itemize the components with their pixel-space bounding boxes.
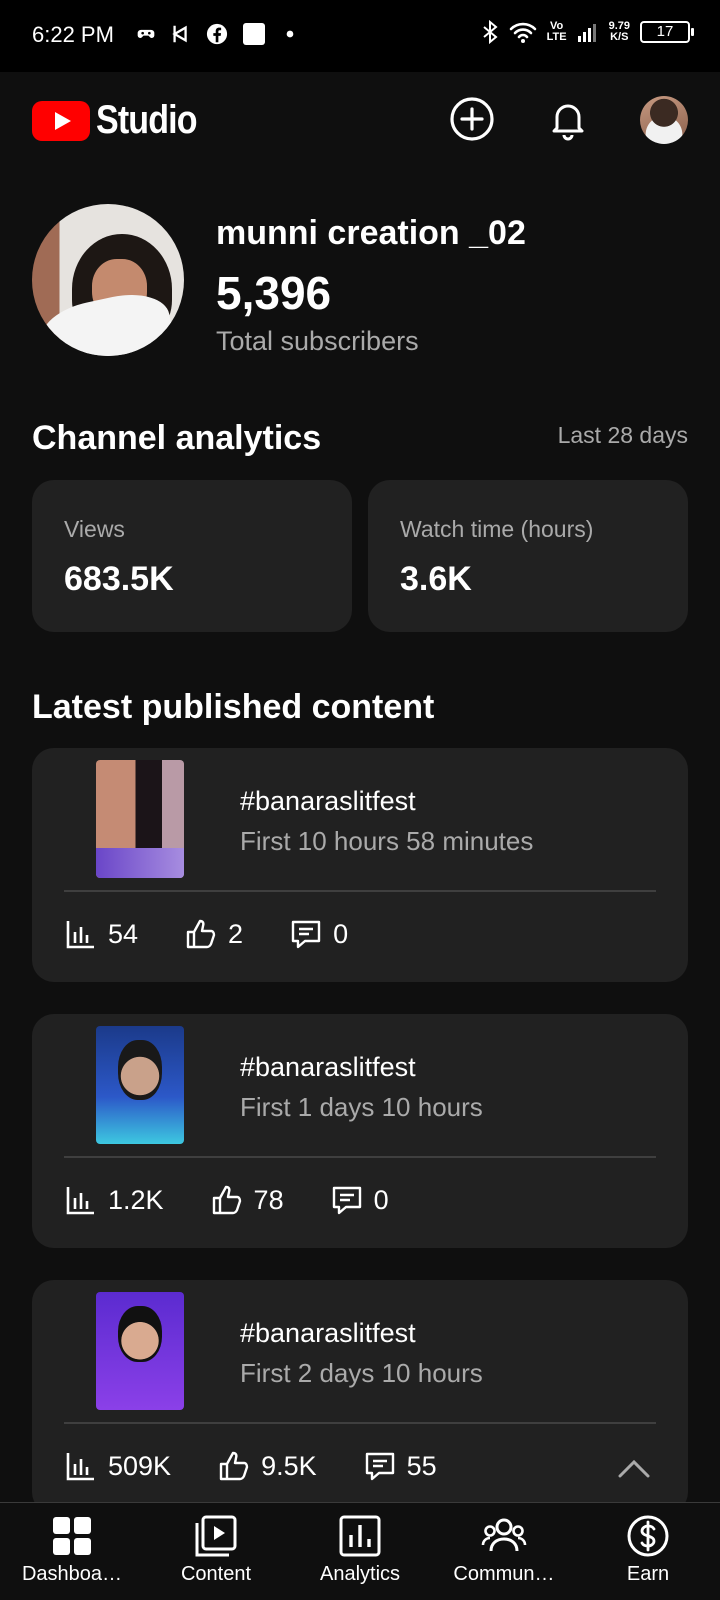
signal-icon [577, 24, 596, 42]
thumbs-up-icon [219, 1451, 249, 1481]
views-value: 509K [108, 1450, 172, 1481]
video-metrics: 54 2 0 [64, 916, 394, 952]
comment-icon [332, 1186, 361, 1215]
content-card[interactable]: #banaraslitfest First 1 days 10 hours 1.… [32, 1014, 688, 1248]
comment-icon [291, 920, 321, 949]
status-time: 6:22 PM [32, 22, 114, 47]
bottom-navigation: Dashboa… Content Analytics Commun… Earn [0, 1502, 720, 1600]
create-icon[interactable] [449, 96, 495, 142]
channel-analytics-title: Channel analytics [32, 419, 322, 457]
chevron-up-icon[interactable] [616, 1456, 652, 1480]
stat-label: Watch time (hours) [400, 516, 594, 542]
video-title: #banaraslitfest [240, 1318, 416, 1348]
nav-label: Content [180, 1563, 252, 1585]
video-title: #banaraslitfest [240, 786, 416, 816]
comments-value: 0 [333, 918, 349, 949]
wifi-icon [509, 22, 536, 43]
subscriber-count: 5,396 [216, 267, 332, 319]
bixby-icon [172, 25, 187, 43]
comments-metric: 0 [289, 917, 348, 951]
nav-community[interactable]: Commun… [432, 1513, 576, 1586]
thumbs-up-icon [186, 919, 216, 949]
latest-content-title: Latest published content [32, 688, 435, 726]
stat-label: Views [64, 516, 125, 542]
network-type: Vo LTE [547, 21, 567, 43]
views-metric: 509K [64, 1449, 171, 1483]
dashboard-icon [53, 1517, 91, 1555]
nav-label: Commun… [453, 1563, 555, 1585]
likes-metric: 2 [184, 917, 243, 951]
comments-value: 0 [373, 1184, 389, 1215]
youtube-logo-icon [32, 100, 90, 141]
views-chart-icon [66, 1453, 94, 1481]
nav-earn[interactable]: Earn [576, 1513, 720, 1586]
likes-value: 2 [228, 918, 244, 949]
divider [64, 890, 656, 892]
divider [64, 1422, 656, 1424]
video-thumbnail[interactable] [96, 760, 184, 878]
views-chart-icon [66, 1187, 94, 1215]
battery-icon: 17 [640, 21, 694, 43]
dot-icon [286, 30, 294, 38]
account-avatar[interactable] [640, 96, 688, 144]
video-period: First 10 hours 58 minutes [240, 826, 534, 856]
status-bar: 6:22 PM Vo LTE 9.79 K/S 17 [0, 0, 720, 72]
comments-value: 55 [406, 1450, 437, 1481]
analytics-icon [339, 1515, 381, 1557]
views-value: 54 [108, 918, 139, 949]
earn-icon [627, 1515, 669, 1557]
video-metrics: 509K 9.5K 55 [64, 1448, 483, 1484]
nav-dashboard[interactable]: Dashboa… [0, 1513, 144, 1586]
nav-label: Analytics [319, 1563, 401, 1585]
content-card[interactable]: #banaraslitfest First 2 days 10 hours 50… [32, 1280, 688, 1514]
nav-content[interactable]: Content [144, 1513, 288, 1586]
studio-logo[interactable]: Studio [32, 98, 214, 143]
views-metric: 1.2K [64, 1183, 164, 1217]
comment-icon [365, 1452, 394, 1481]
community-icon [481, 1518, 527, 1552]
app-name: Studio [96, 98, 198, 142]
thumbs-up-icon [212, 1185, 241, 1215]
video-period: First 1 days 10 hours [240, 1092, 483, 1122]
nav-label: Dashboa… [21, 1563, 123, 1585]
status-system-icons: Vo LTE 9.79 K/S 17 [481, 20, 694, 44]
content-icon [195, 1515, 237, 1557]
facebook-icon [206, 23, 228, 45]
likes-metric: 78 [210, 1183, 284, 1217]
likes-metric: 9.5K [217, 1449, 317, 1483]
nav-label: Earn [626, 1563, 670, 1585]
views-chart-icon [66, 921, 94, 949]
bluetooth-icon [482, 20, 498, 44]
game-controller-icon [137, 29, 155, 38]
watch-time-card[interactable]: Watch time (hours) 3.6K [368, 480, 688, 632]
network-type-bottom: LTE [546, 31, 567, 43]
views-value: 1.2K [108, 1184, 164, 1215]
stat-value: 683.5K [64, 560, 174, 598]
comments-metric: 55 [363, 1449, 437, 1483]
video-thumbnail[interactable] [96, 1292, 184, 1410]
status-notification-icons [136, 22, 300, 46]
subscriber-label: Total subscribers [216, 326, 419, 356]
notifications-icon[interactable] [545, 96, 591, 142]
likes-value: 9.5K [261, 1450, 317, 1481]
analytics-period: Last 28 days [557, 422, 688, 448]
nav-analytics[interactable]: Analytics [288, 1513, 432, 1586]
content-card[interactable]: #banaraslitfest First 10 hours 58 minute… [32, 748, 688, 982]
video-period: First 2 days 10 hours [240, 1358, 483, 1388]
divider [64, 1156, 656, 1158]
network-speed-unit: K/S [610, 31, 629, 43]
channel-name: munni creation _02 [216, 214, 526, 252]
video-metrics: 1.2K 78 0 [64, 1182, 435, 1218]
channel-avatar [32, 204, 184, 356]
comments-metric: 0 [330, 1183, 389, 1217]
video-thumbnail[interactable] [96, 1026, 184, 1144]
views-metric: 54 [64, 917, 138, 951]
views-card[interactable]: Views 683.5K [32, 480, 352, 632]
likes-value: 78 [253, 1184, 284, 1215]
square-icon [243, 23, 265, 45]
network-speed: 9.79 K/S [609, 21, 630, 43]
video-title: #banaraslitfest [240, 1052, 416, 1082]
stat-value: 3.6K [400, 560, 472, 598]
